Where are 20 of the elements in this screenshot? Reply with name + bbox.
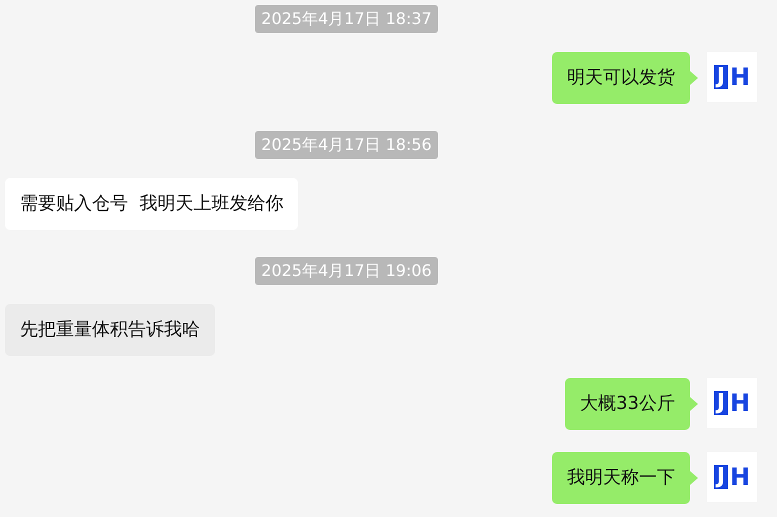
logo-mark: J [714, 391, 728, 415]
message-bubble: 大概33公斤 [565, 378, 690, 430]
message-bubble: 我明天称一下 [552, 452, 690, 504]
timestamp: 2025年4月17日 18:37 [255, 5, 438, 33]
bubble-tail [690, 397, 698, 411]
message-bubble: 明天可以发货 [552, 52, 690, 104]
avatar[interactable]: J H [707, 452, 757, 502]
avatar[interactable]: J H [707, 378, 757, 428]
logo-text: H [730, 391, 750, 415]
timestamp: 2025年4月17日 19:06 [255, 257, 438, 285]
logo-mark: J [714, 65, 728, 89]
message-bubble: 先把重量体积告诉我哈 [5, 304, 215, 356]
logo-mark: J [714, 465, 728, 489]
bubble-tail [690, 471, 698, 485]
message-bubble: 需要贴入仓号 我明天上班发给你 [5, 178, 298, 230]
timestamp: 2025年4月17日 18:56 [255, 131, 438, 159]
bubble-tail [690, 71, 698, 85]
logo-text: H [730, 65, 750, 89]
avatar[interactable]: J H [707, 52, 757, 102]
logo-text: H [730, 465, 750, 489]
